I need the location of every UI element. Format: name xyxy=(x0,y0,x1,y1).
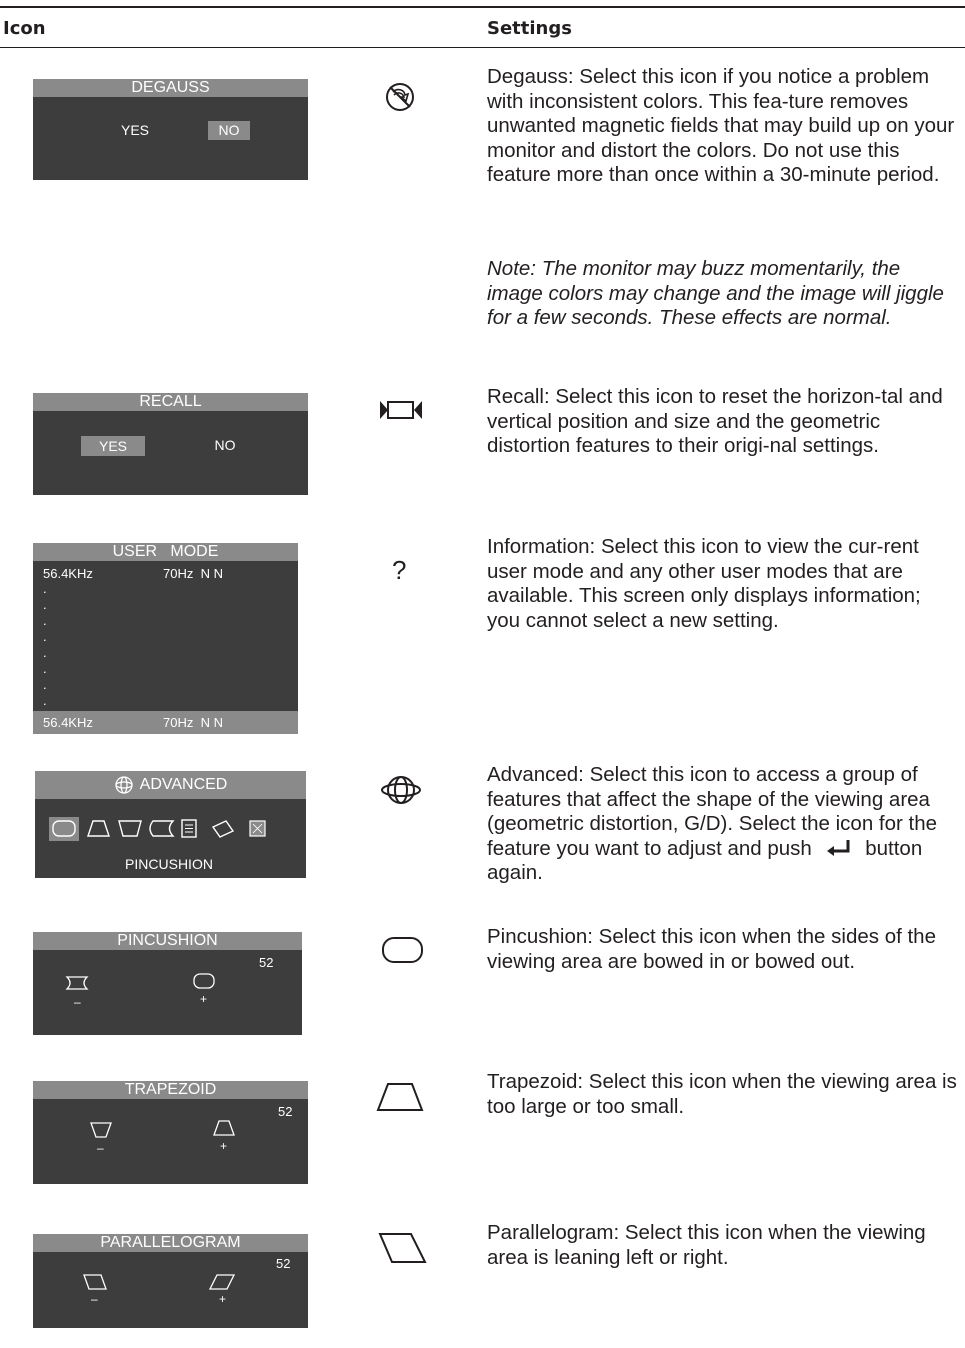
parallelogram-osd: PARALLELOGRAM 52 – + xyxy=(33,1234,308,1328)
recall-icon xyxy=(380,401,422,419)
pincushion-icon xyxy=(382,937,423,963)
advanced-selected-feature: PINCUSHION xyxy=(125,856,213,872)
degauss-icon xyxy=(386,83,414,111)
parallelogram-minus-label: – xyxy=(91,1292,98,1306)
advanced-icon xyxy=(381,776,421,804)
recall-description: Recall: Select this icon to reset the ho… xyxy=(487,385,943,457)
trapezoid-minus-label: – xyxy=(97,1141,104,1155)
parallelogram-plus-label: + xyxy=(219,1292,227,1306)
advanced-globe-icon xyxy=(114,776,133,794)
degauss-no-option: NO xyxy=(208,121,250,140)
trapezoid-description: Trapezoid: Select this icon when the vie… xyxy=(487,1070,957,1118)
recall-osd-title: RECALL xyxy=(33,393,308,411)
recall-osd: RECALL YES NO xyxy=(33,393,308,495)
parallelogram-osd-title: PARALLELOGRAM xyxy=(33,1234,308,1252)
degauss-description: Degauss: Select this icon if you notice … xyxy=(487,65,955,186)
pincushion-plus-icon xyxy=(193,973,215,989)
trapezoid-minus-icon xyxy=(90,1122,112,1138)
trapezoid-plus-icon xyxy=(213,1120,235,1136)
top-rule xyxy=(0,6,965,8)
information-osd: USER MODE 56.4KHz 70Hz N N ........ 56.4… xyxy=(33,543,298,734)
parallelogram-minus-icon xyxy=(83,1274,107,1290)
parallelogram-value: 52 xyxy=(276,1256,291,1271)
pincushion-osd-title: PINCUSHION xyxy=(33,932,302,950)
pincushion-value: 52 xyxy=(259,955,274,970)
advanced-osd-title-bar: ADVANCED xyxy=(35,771,306,799)
information-last-rate: 70Hz N N xyxy=(163,715,223,730)
degauss-osd: DEGAUSS YES NO xyxy=(33,79,308,180)
information-first-rate: 70Hz N N xyxy=(163,566,223,581)
information-first-frequency: 56.4KHz xyxy=(43,566,93,581)
trapezoid-plus-label: + xyxy=(220,1139,228,1153)
parallelogram-icon xyxy=(378,1233,427,1263)
header-rule xyxy=(0,47,965,48)
column-header-icon: Icon xyxy=(3,18,46,39)
pincushion-osd: PINCUSHION 52 – + xyxy=(33,932,302,1035)
column-header-settings: Settings xyxy=(487,18,572,39)
trapezoid-osd: TRAPEZOID 52 – + xyxy=(33,1081,308,1184)
advanced-osd-title: ADVANCED xyxy=(139,776,228,793)
degauss-note: Note: The monitor may buzz momentarily, … xyxy=(487,257,944,329)
degauss-osd-title: DEGAUSS xyxy=(33,79,308,97)
pincushion-minus-label: – xyxy=(74,995,81,1009)
information-list-dots: ........ xyxy=(43,581,47,708)
information-osd-title-text: USER MODE xyxy=(112,543,219,560)
pincushion-plus-label: + xyxy=(200,992,208,1006)
parallelogram-description: Parallelogram: Select this icon when the… xyxy=(487,1221,926,1269)
information-description: Information: Select this icon to view th… xyxy=(487,535,921,632)
pincushion-minus-icon xyxy=(65,976,89,990)
information-last-frequency: 56.4KHz xyxy=(43,715,93,730)
parallelogram-plus-icon xyxy=(208,1274,236,1290)
advanced-description: Advanced: Select this icon to access a g… xyxy=(487,763,957,886)
advanced-osd: ADVANCED PINCUSHION xyxy=(35,771,306,878)
advanced-feature-icons xyxy=(49,817,266,841)
question-mark-icon: ? xyxy=(392,555,407,585)
trapezoid-osd-title: TRAPEZOID xyxy=(33,1081,308,1099)
recall-no-option: NO xyxy=(214,437,236,453)
trapezoid-value: 52 xyxy=(278,1104,293,1119)
degauss-yes-option: YES xyxy=(120,122,149,138)
enter-button-icon xyxy=(826,839,850,856)
pincushion-description: Pincushion: Select this icon when the si… xyxy=(487,925,936,973)
recall-yes-option: YES xyxy=(81,436,145,456)
trapezoid-icon xyxy=(376,1083,424,1111)
information-last-row: 56.4KHz 70Hz N N xyxy=(33,711,298,734)
information-osd-title: USER MODE xyxy=(33,543,298,561)
